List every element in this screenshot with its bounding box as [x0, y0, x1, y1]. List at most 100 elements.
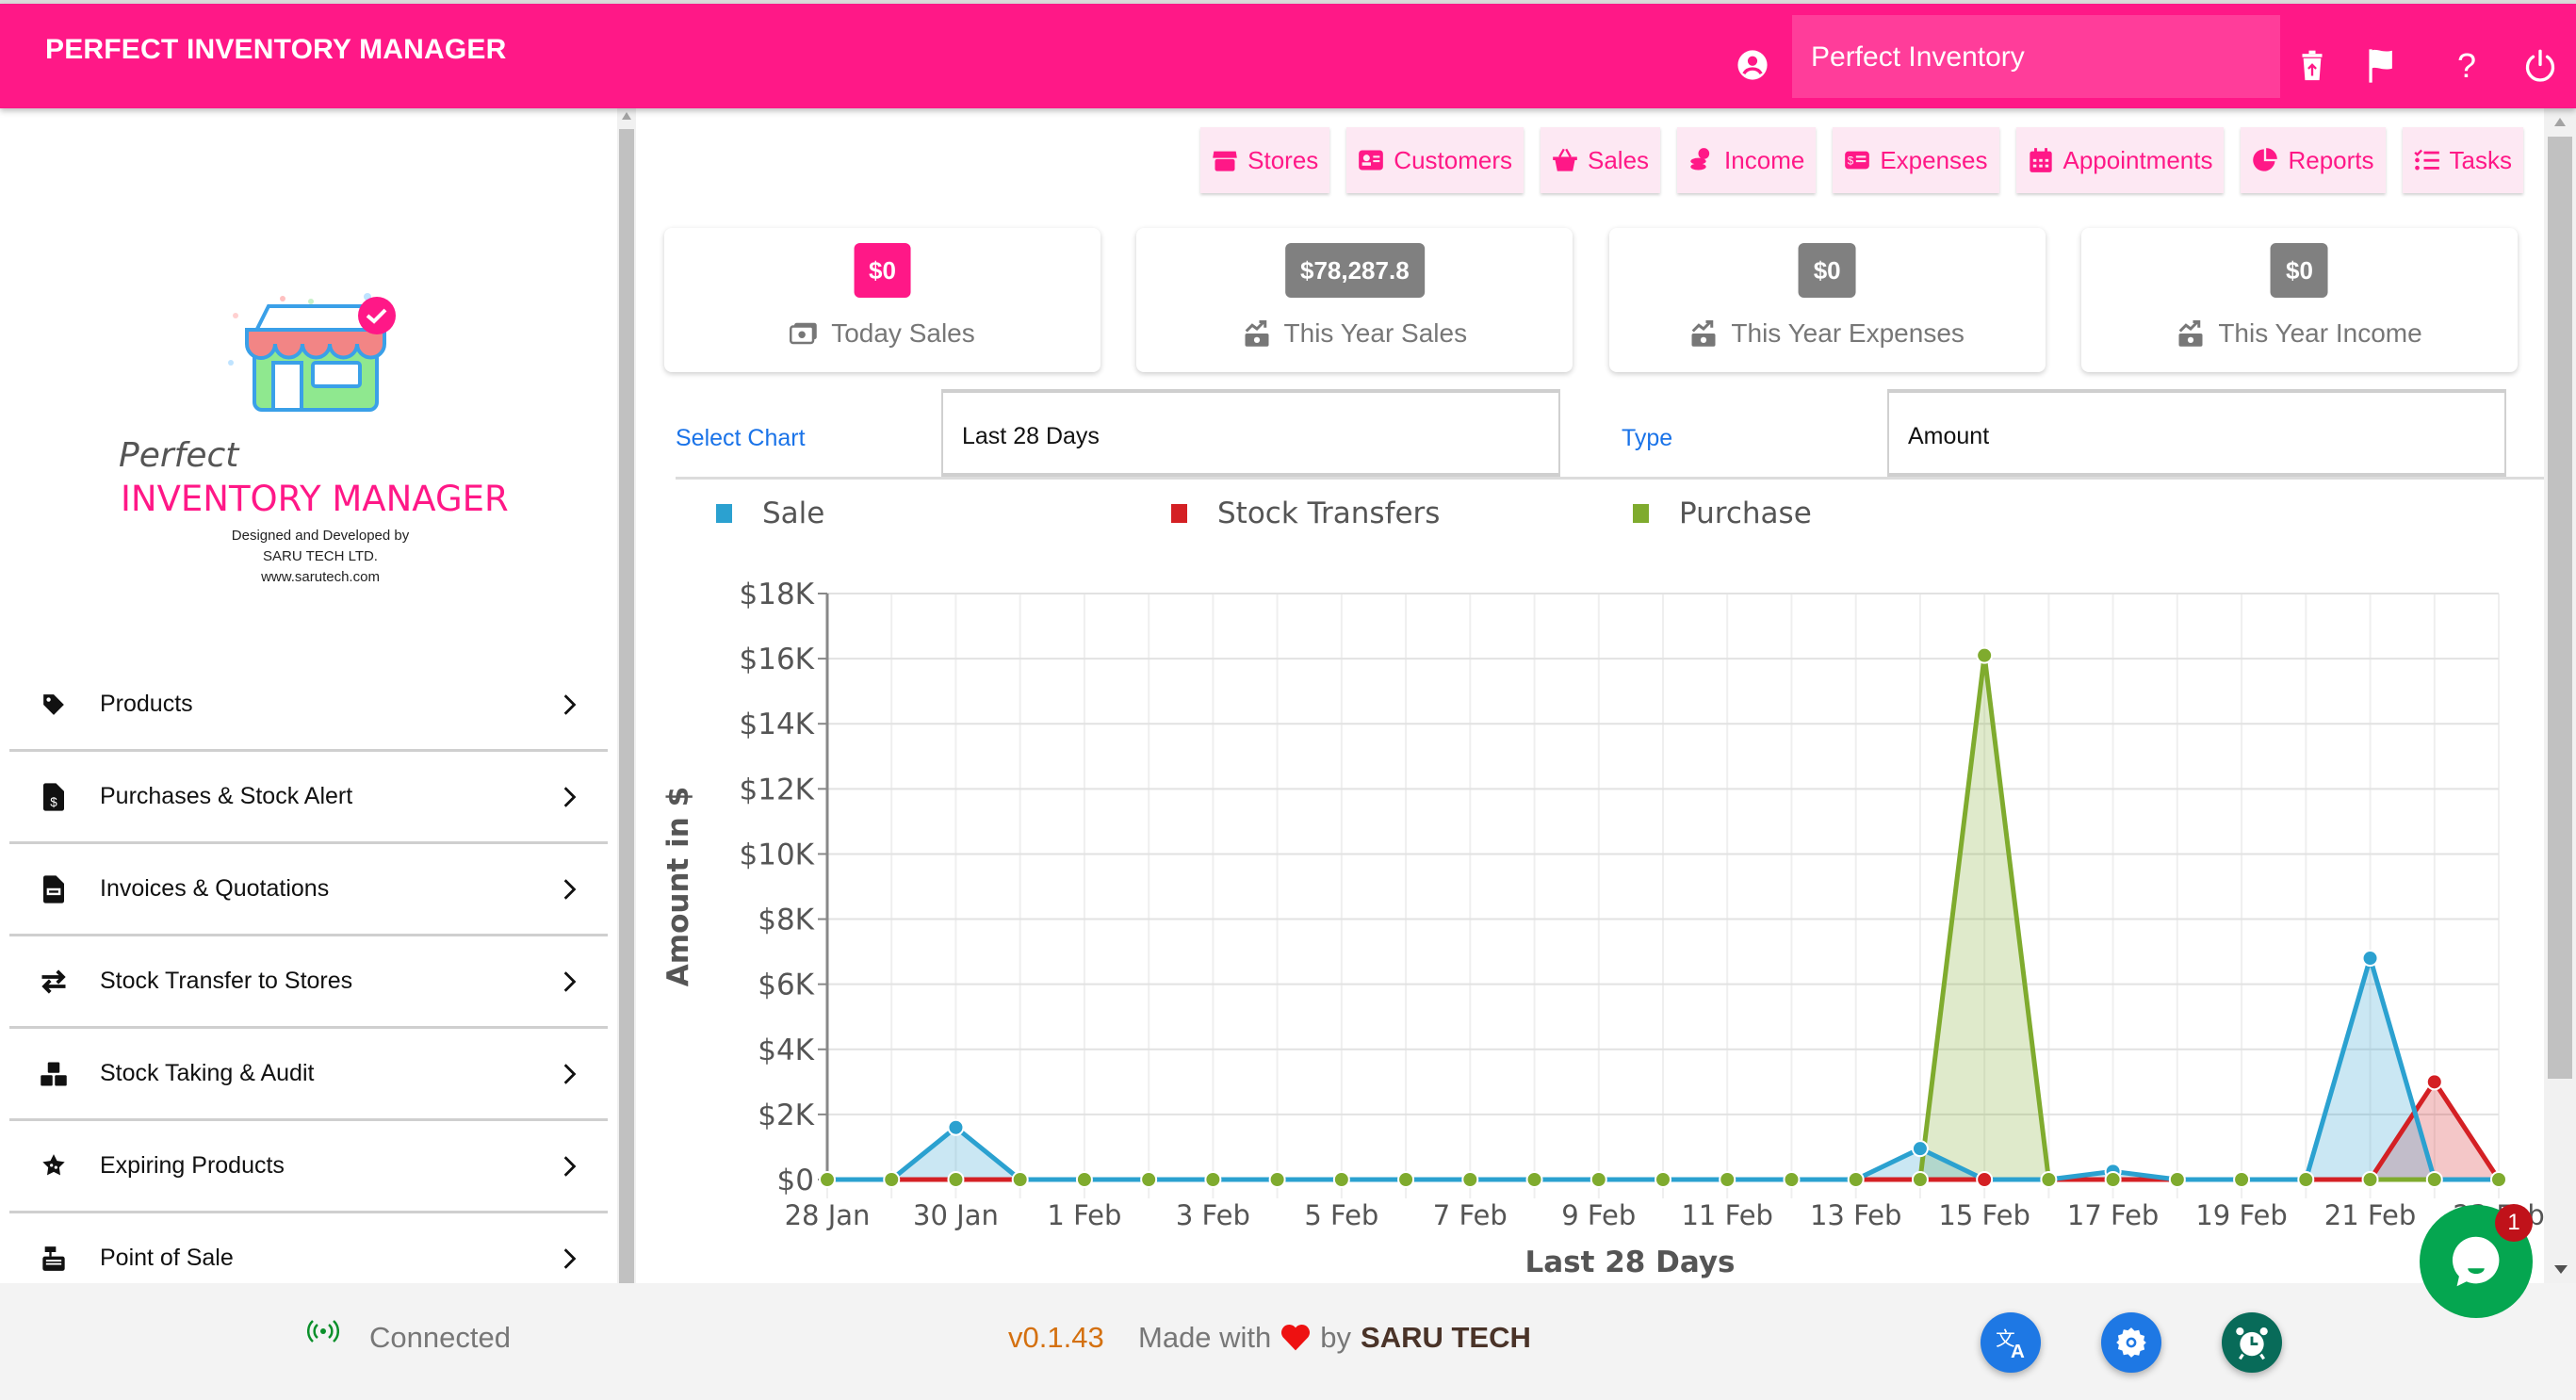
tag-icon — [38, 689, 70, 721]
point-purchase — [2233, 1171, 2251, 1188]
scroll-down-arrow-icon[interactable] — [2554, 1265, 2568, 1274]
power-icon[interactable] — [2523, 47, 2557, 85]
status-footer: Connected v0.1.43 Made with by SARU TECH — [0, 1283, 2576, 1400]
x-tick-label: 13 Feb — [1810, 1199, 1901, 1231]
sidebar-item-expiring[interactable]: Expiring Products — [9, 1121, 608, 1213]
point-purchase — [1719, 1171, 1736, 1188]
chevron-right-icon — [563, 786, 577, 807]
brand-name-text: INVENTORY MANAGER — [121, 479, 509, 519]
chat-bubble-icon — [2452, 1236, 2500, 1287]
alarm-clock-icon — [2236, 1327, 2268, 1360]
x-tick-label: 1 Feb — [1047, 1199, 1121, 1231]
sidebar-scrollbar[interactable] — [617, 108, 636, 1283]
sidebar-item-label: Expiring Products — [100, 1152, 285, 1179]
settings-button[interactable] — [2101, 1312, 2161, 1373]
store-selector[interactable]: Perfect Inventory — [1792, 15, 2280, 98]
expired-icon — [38, 1150, 70, 1182]
point-purchase — [1140, 1171, 1158, 1188]
x-tick-label: 7 Feb — [1433, 1199, 1508, 1231]
point-purchase — [1204, 1171, 1222, 1188]
sidebar-item-invoices[interactable]: Invoices & Quotations — [9, 844, 608, 936]
point-stock-transfers — [1976, 1171, 1994, 1188]
dashboard-main: Stores Customers Sales Income $ Expenses… — [636, 108, 2544, 1283]
y-axis-title: Amount in $ — [661, 787, 695, 986]
account-circle-icon[interactable] — [1736, 49, 1769, 81]
translate-icon: 文A — [1996, 1327, 2025, 1360]
point-purchase — [1332, 1171, 1350, 1188]
point-purchase — [2168, 1171, 2186, 1188]
x-tick-label: 15 Feb — [1938, 1199, 2030, 1231]
sidebar-item-label: Point of Sale — [100, 1245, 234, 1271]
delete-restore-icon[interactable] — [2295, 47, 2329, 85]
made-with-credit: Made with by SARU TECH — [1138, 1321, 1531, 1355]
help-icon[interactable]: ? — [2450, 46, 2484, 85]
point-purchase — [2297, 1171, 2315, 1188]
x-tick-label: 28 Jan — [785, 1199, 871, 1231]
connection-status: Connected — [369, 1321, 511, 1354]
svg-text:A: A — [2011, 1341, 2025, 1360]
sidebar-item-stock-transfer[interactable]: Stock Transfer to Stores — [9, 936, 608, 1029]
point-purchase — [819, 1171, 836, 1188]
by-text: by — [1320, 1321, 1352, 1354]
y-tick-label: $14K — [740, 708, 815, 741]
point-purchase — [1397, 1171, 1415, 1188]
scroll-up-arrow-icon[interactable] — [622, 112, 631, 120]
settings-icon — [2116, 1327, 2146, 1358]
app-title: PERFECT INVENTORY MANAGER — [45, 34, 507, 65]
sidebar-item-stock-taking[interactable]: Stock Taking & Audit — [9, 1029, 608, 1121]
sidebar-item-label: Products — [100, 691, 193, 717]
scroll-up-arrow-icon[interactable] — [2554, 118, 2566, 126]
file-invoice-dollar-icon: $ — [38, 781, 70, 813]
x-tick-label: 21 Feb — [2324, 1199, 2416, 1231]
chevron-right-icon — [563, 1247, 577, 1269]
boxes-icon — [38, 1058, 70, 1090]
sidebar-item-point-of-sale[interactable]: Point of Sale — [9, 1213, 608, 1283]
point-purchase — [1655, 1171, 1671, 1188]
flag-icon[interactable] — [2365, 47, 2399, 85]
y-tick-label: $10K — [740, 838, 815, 871]
alarm-button[interactable] — [2222, 1312, 2282, 1373]
point-purchase — [2040, 1171, 2058, 1188]
main-scrollbar[interactable] — [2544, 108, 2576, 1283]
sidebar-menu: Products $ Purchases & Stock Alert Invoi… — [9, 659, 608, 1283]
point-purchase — [883, 1171, 901, 1188]
y-tick-label: $16K — [740, 643, 815, 676]
x-tick-label: 9 Feb — [1561, 1199, 1636, 1231]
point-sale — [1911, 1140, 1929, 1158]
y-tick-label: $0 — [777, 1164, 814, 1197]
point-purchase — [1911, 1171, 1929, 1188]
chevron-right-icon — [563, 1063, 577, 1084]
y-tick-label: $2K — [758, 1099, 814, 1132]
sidebar-item-label: Purchases & Stock Alert — [100, 783, 353, 809]
app-version: v0.1.43 — [1008, 1321, 1104, 1354]
point-purchase — [2104, 1171, 2122, 1188]
point-purchase — [2361, 1171, 2379, 1188]
point-purchase — [1011, 1171, 1029, 1188]
sidebar-item-label: Stock Taking & Audit — [100, 1060, 315, 1086]
translate-button[interactable]: 文A — [1981, 1312, 2041, 1373]
point-stock-transfers — [2425, 1073, 2443, 1091]
store-logo-icon — [228, 293, 396, 412]
sidebar-item-label: Invoices & Quotations — [100, 875, 330, 902]
signal-icon — [307, 1320, 339, 1343]
point-purchase — [947, 1171, 965, 1188]
brand-credits: Designed and Developed by SARU TECH LTD.… — [179, 526, 462, 588]
exchange-icon — [38, 966, 70, 998]
svg-text:$: $ — [50, 794, 57, 808]
point-purchase — [1847, 1171, 1865, 1188]
sidebar-scrollbar-thumb[interactable] — [619, 129, 634, 1283]
x-axis-title: Last 28 Days — [1524, 1245, 1735, 1279]
point-sale — [2361, 950, 2379, 968]
chevron-right-icon — [563, 693, 577, 715]
x-tick-label: 19 Feb — [2195, 1199, 2287, 1231]
main-scrollbar-thumb[interactable] — [2548, 137, 2572, 1079]
cash-register-icon — [38, 1243, 70, 1275]
chevron-right-icon — [563, 1155, 577, 1177]
sidebar-item-products[interactable]: Products — [9, 659, 608, 752]
app-header: PERFECT INVENTORY MANAGER Perfect Invent… — [0, 4, 2576, 108]
x-tick-label: 11 Feb — [1681, 1199, 1772, 1231]
sidebar-item-purchases[interactable]: $ Purchases & Stock Alert — [9, 752, 608, 844]
point-purchase — [2490, 1171, 2507, 1188]
point-purchase — [1783, 1171, 1801, 1188]
credit-line: SARU TECH LTD. — [263, 548, 378, 564]
